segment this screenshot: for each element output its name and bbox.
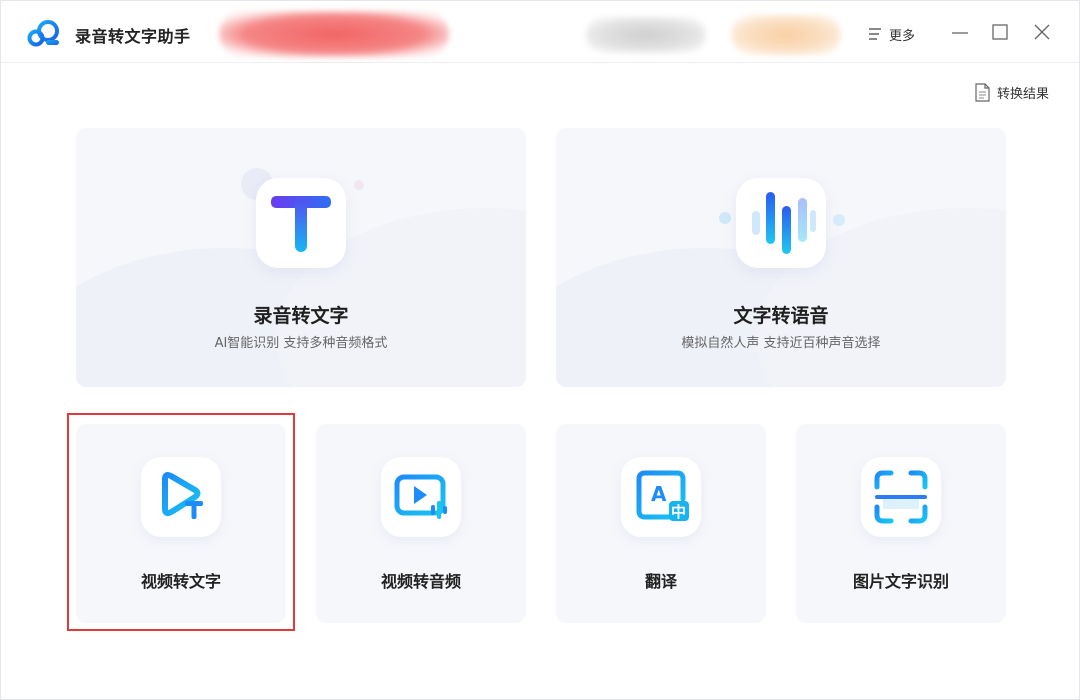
- app-title: 录音转文字助手: [75, 27, 191, 46]
- video-to-audio-icon: [381, 457, 461, 537]
- feature-title: 翻译: [644, 572, 677, 591]
- feature-card-audio-to-text[interactable]: 录音转文字 AI智能识别 支持多种音频格式: [76, 128, 526, 387]
- decor-dot: [719, 212, 731, 224]
- decor-dot: [833, 214, 845, 226]
- scan-ocr-icon: [861, 457, 941, 537]
- video-to-text-icon: [141, 457, 221, 537]
- feature-card-image-ocr[interactable]: 图片文字识别: [796, 424, 1006, 623]
- feature-subtitle: 模拟自然人声 支持近百种声音选择: [681, 336, 881, 351]
- more-button[interactable]: 更多: [867, 23, 915, 45]
- decor-dot: [354, 180, 364, 190]
- close-icon[interactable]: [1031, 21, 1053, 43]
- conversion-results-label: 转换结果: [997, 87, 1050, 102]
- title-bar: 录音转文字助手 更多: [1, 1, 1079, 63]
- feature-card-translate[interactable]: A 中 翻译: [556, 424, 766, 623]
- svg-text:中: 中: [671, 503, 686, 521]
- maximize-icon[interactable]: [989, 21, 1011, 43]
- conversion-results-link[interactable]: 转换结果: [974, 83, 1049, 102]
- document-icon: [975, 83, 990, 102]
- more-label: 更多: [889, 28, 916, 44]
- menu-lines-icon: [869, 28, 881, 40]
- sound-wave-icon: [736, 178, 826, 268]
- blurred-user-info: [586, 17, 706, 53]
- feature-card-video-to-audio[interactable]: 视频转音频: [316, 424, 526, 623]
- cloud-logo-icon: [27, 20, 59, 47]
- feature-title: 录音转文字: [253, 305, 349, 327]
- blurred-banner: [219, 11, 449, 57]
- minimize-icon[interactable]: [949, 21, 971, 43]
- translate-icon: A 中: [621, 457, 701, 537]
- text-t-icon: [256, 178, 346, 268]
- feature-card-text-to-speech[interactable]: 文字转语音 模拟自然人声 支持近百种声音选择: [556, 128, 1006, 387]
- feature-subtitle: AI智能识别 支持多种音频格式: [214, 336, 388, 351]
- feature-card-video-to-text[interactable]: 视频转文字: [76, 424, 286, 623]
- feature-title: 文字转语音: [733, 305, 829, 327]
- blurred-vip-badge: [731, 15, 841, 55]
- feature-title: 视频转音频: [380, 572, 461, 591]
- app-window: 录音转文字助手 更多 转换结果 录音转文字 AI智能识别 支持多种音频格式 文字…: [0, 0, 1080, 700]
- feature-title: 图片文字识别: [852, 572, 949, 591]
- svg-text:A: A: [651, 482, 667, 506]
- feature-title: 视频转文字: [140, 572, 221, 591]
